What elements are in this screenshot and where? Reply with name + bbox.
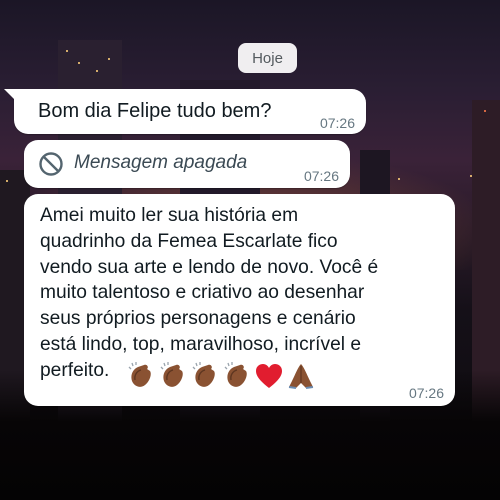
red-heart-emoji-icon — [256, 364, 282, 388]
emoji-row — [126, 360, 318, 392]
message-text: Bom dia Felipe tudo bem? — [38, 100, 272, 122]
message-text: Amei muito ler sua história em quadrinho… — [40, 205, 379, 381]
message-bubble[interactable]: Bom dia Felipe tudo bem? 07:26 — [4, 89, 366, 134]
message-bubble[interactable]: Amei muito ler sua história em quadrinho… — [24, 194, 455, 406]
message-text: Mensagem apagada — [74, 152, 248, 173]
message-time: 07:26 — [303, 168, 339, 184]
folded-hands-emoji-icon — [288, 364, 314, 389]
deleted-message-bubble[interactable]: Mensagem apagada 07:26 — [24, 140, 350, 188]
clapping-hands-emoji-icon — [128, 362, 151, 387]
deleted-message-icon — [39, 152, 63, 176]
clapping-hands-emoji-icon — [192, 362, 215, 387]
date-separator: Hoje — [238, 43, 297, 73]
message-time: 07:26 — [408, 385, 444, 401]
clapping-hands-emoji-icon — [224, 362, 247, 387]
clapping-hands-emoji-icon — [160, 362, 183, 387]
message-time: 07:26 — [319, 115, 355, 131]
bubble-tail — [4, 89, 16, 101]
